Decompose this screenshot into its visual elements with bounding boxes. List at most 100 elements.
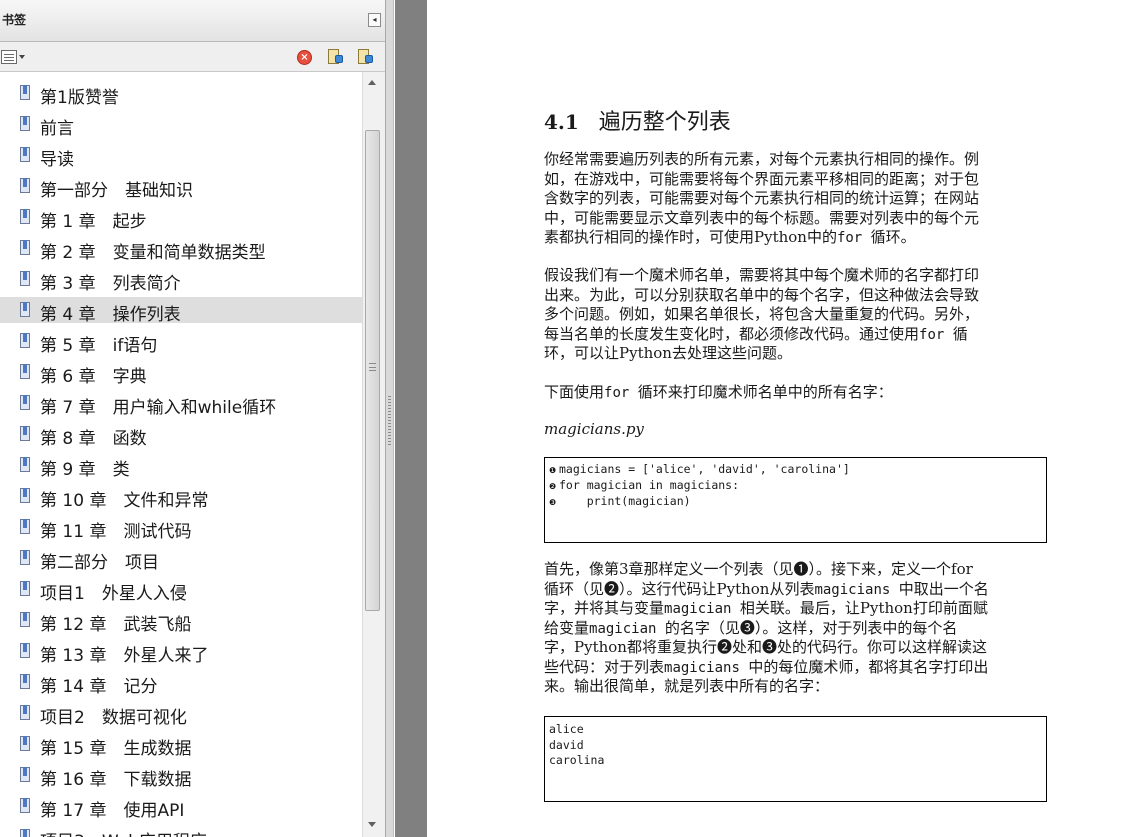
- bookmark-label: 第 12 章 武装飞船: [40, 615, 192, 635]
- document-page: 4.1 遍历整个列表 你经常需要遍历列表的所有元素，对每个元素执行相同的操作。例如…: [427, 0, 1138, 837]
- bookmark-label: 第 10 章 文件和异常: [40, 491, 209, 511]
- bookmark-icon: [20, 302, 31, 319]
- bookmark-item[interactable]: 第一部分 基础知识: [0, 173, 362, 201]
- bookmark-item[interactable]: 第 17 章 使用API: [0, 793, 362, 821]
- bookmark-label: 第 16 章 下载数据: [40, 770, 192, 790]
- bookmark-label: 第 5 章 if语句: [40, 336, 158, 356]
- paragraph-line: 字，Python都将重复执行❷处和❸处的代码行。你可以这样解读这: [544, 638, 987, 656]
- bookmark-icon: [20, 240, 31, 257]
- bookmark-item[interactable]: 第 15 章 生成数据: [0, 731, 362, 759]
- bookmark-item[interactable]: 项目3 Web应用程序: [0, 824, 362, 837]
- paragraph-line: 来。输出很简单，就是列表中所有的名字：: [544, 677, 830, 695]
- bookmark-item[interactable]: 项目2 数据可视化: [0, 700, 362, 728]
- bookmark-item[interactable]: 第 12 章 武装飞船: [0, 607, 362, 635]
- bookmark-item[interactable]: 第 9 章 类: [0, 452, 362, 480]
- bookmark-scrollbar[interactable]: [362, 72, 382, 837]
- bookmark-item[interactable]: 第 13 章 外星人来了: [0, 638, 362, 666]
- paragraph-line: 循环（见❷）。这行代码让Python从列表magicians 中取出一个名: [544, 579, 989, 598]
- expand-bookmark-icon[interactable]: [326, 48, 344, 66]
- bookmark-label: 第1版赞誉: [40, 88, 119, 108]
- bookmark-label: 第 8 章 函数: [40, 429, 147, 449]
- code-marker: ❷: [549, 482, 557, 491]
- bookmark-item[interactable]: 项目1 外星人入侵: [0, 576, 362, 604]
- panel-header: 书签 ◂: [0, 0, 385, 42]
- bookmark-item[interactable]: 第 8 章 函数: [0, 421, 362, 449]
- bookmark-item[interactable]: 第 2 章 变量和简单数据类型: [0, 235, 362, 263]
- paragraph-example-lead: 下面使用for 循环来打印魔术师名单中的所有名字：: [544, 383, 1046, 403]
- bookmark-icon: [20, 457, 31, 474]
- bookmark-label: 导读: [40, 150, 74, 170]
- paragraph-problem: 假设我们有一个魔术师名单，需要将其中每个魔术师的名字都打印 出来。为此，可以分别获…: [544, 266, 1046, 364]
- bookmark-icon: [20, 488, 31, 505]
- document-viewer[interactable]: 4.1 遍历整个列表 你经常需要遍历列表的所有元素，对每个元素执行相同的操作。例如…: [395, 0, 1138, 837]
- code-text: for magician in magicians:: [559, 478, 740, 492]
- delete-bookmark-icon[interactable]: ×: [297, 50, 312, 65]
- scroll-up-arrow-icon[interactable]: [368, 80, 376, 85]
- output-line: alice: [549, 722, 584, 736]
- panel-splitter[interactable]: [386, 0, 394, 837]
- paragraph-line: 首先，像第3章那样定义一个列表（见❶）。接下来，定义一个for: [544, 560, 973, 578]
- bookmark-item[interactable]: 第 14 章 记分: [0, 669, 362, 697]
- bookmark-label: 第 4 章 操作列表: [40, 305, 181, 325]
- bookmark-icon: [20, 85, 31, 102]
- bookmark-icon: [20, 178, 31, 195]
- splitter-grip-icon: [388, 396, 391, 446]
- bookmark-item[interactable]: 第 4 章 操作列表: [0, 297, 362, 325]
- code-marker: ❶: [549, 466, 557, 475]
- bookmark-label: 第 9 章 类: [40, 460, 130, 480]
- bookmark-item[interactable]: 第 7 章 用户输入和while循环: [0, 390, 362, 418]
- bookmark-label: 第 13 章 外星人来了: [40, 646, 209, 666]
- bookmark-item[interactable]: 前言: [0, 111, 362, 139]
- code-line: ❷ for magician in magicians:: [549, 478, 739, 492]
- scroll-down-arrow-icon[interactable]: [368, 822, 376, 827]
- section-heading: 4.1 遍历整个列表: [544, 104, 731, 136]
- bookmark-icon: [20, 705, 31, 722]
- bookmark-label: 第 6 章 字典: [40, 367, 147, 387]
- paragraph-line: 假设我们有一个魔术师名单，需要将其中每个魔术师的名字都打印: [544, 266, 980, 284]
- code-line: ❶ magicians = ['alice', 'david', 'carolin…: [549, 462, 850, 476]
- paragraph-line: 如，在游戏中，可能需要将每个界面元素平移相同的距离；对于包: [544, 169, 980, 188]
- bookmark-icon: [20, 426, 31, 443]
- paragraph-line: 给变量magician 的名字（见❸）。这样，对于列表中的每个名: [544, 618, 958, 637]
- bookmark-item[interactable]: 第 3 章 列表简介: [0, 266, 362, 294]
- bookmark-item[interactable]: 第 1 章 起步: [0, 204, 362, 232]
- bookmark-icon: [20, 364, 31, 381]
- bookmark-label: 项目2 数据可视化: [40, 708, 187, 728]
- bookmark-item[interactable]: 第 5 章 if语句: [0, 328, 362, 356]
- bookmark-item[interactable]: 导读: [0, 142, 362, 170]
- paragraph-line: 些代码：对于列表magicians 中的每位魔术师，都将其名字打印出: [544, 657, 989, 676]
- bookmark-item[interactable]: 第 11 章 测试代码: [0, 514, 362, 542]
- paragraph-line: 环，可以让Python去处理这些问题。: [544, 344, 792, 362]
- goto-bookmark-icon[interactable]: [356, 48, 374, 66]
- bookmark-label: 第 3 章 列表简介: [40, 274, 181, 294]
- code-file-name: magicians.py: [544, 420, 644, 438]
- bookmark-label: 前言: [40, 119, 74, 139]
- bookmark-label: 项目1 外星人入侵: [40, 584, 187, 604]
- paragraph-line: 中，可能需要显示文章列表中的每个标题。需要对列表中的每个元: [544, 208, 980, 227]
- paragraph-line: 素都执行相同的操作时，可使用Python中的for 循环。: [544, 228, 916, 246]
- bookmark-label: 第一部分 基础知识: [40, 181, 193, 201]
- bookmark-icon: [20, 333, 31, 350]
- bookmark-toolbar: ×: [0, 42, 385, 72]
- options-menu-icon[interactable]: [1, 50, 27, 65]
- bookmark-item[interactable]: 第 6 章 字典: [0, 359, 362, 387]
- code-output: alice david carolina: [544, 716, 1047, 802]
- bookmark-icon: [20, 798, 31, 815]
- code-listing: ❶ magicians = ['alice', 'david', 'carolin…: [544, 457, 1047, 543]
- bookmark-label: 第 17 章 使用API: [40, 801, 185, 821]
- bookmark-icon: [20, 674, 31, 691]
- bookmark-label: 第 15 章 生成数据: [40, 739, 192, 759]
- scroll-thumb[interactable]: [365, 130, 380, 611]
- bookmark-label: 第 1 章 起步: [40, 212, 147, 232]
- bookmark-icon: [20, 550, 31, 567]
- bookmark-item[interactable]: 第 10 章 文件和异常: [0, 483, 362, 511]
- bookmark-item[interactable]: 第1版赞誉: [0, 80, 362, 108]
- bookmark-item[interactable]: 第二部分 项目: [0, 545, 362, 573]
- bookmark-icon: [20, 767, 31, 784]
- bookmark-icon: [20, 209, 31, 226]
- code-text: print(magician): [559, 494, 691, 508]
- bookmark-label: 第二部分 项目: [40, 553, 159, 573]
- bookmark-item[interactable]: 第 16 章 下载数据: [0, 762, 362, 790]
- collapse-panel-button[interactable]: ◂: [368, 13, 381, 27]
- paragraph-intro: 你经常需要遍历列表的所有元素，对每个元素执行相同的操作。例 如，在游戏中，可能需要…: [544, 150, 1046, 248]
